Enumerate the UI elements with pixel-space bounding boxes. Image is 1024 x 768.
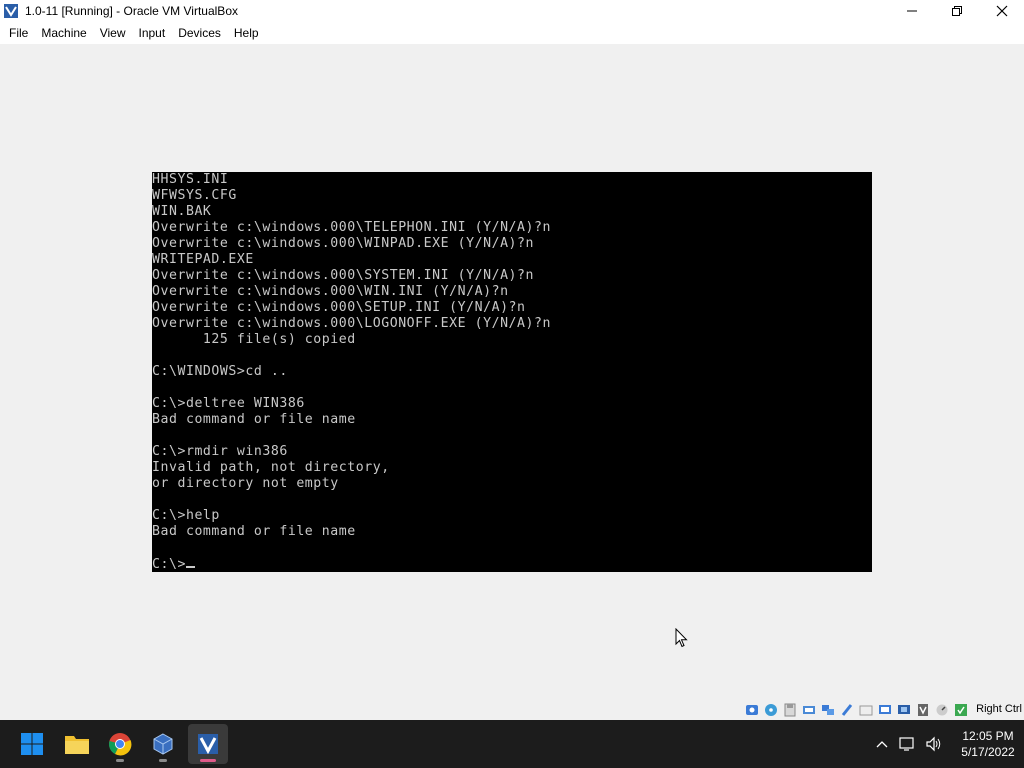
window-title: 1.0-11 [Running] - Oracle VM VirtualBox [25,4,238,18]
menu-help[interactable]: Help [229,26,267,40]
file-explorer-icon [65,736,89,754]
close-button[interactable] [979,0,1024,22]
menu-view[interactable]: View [95,26,134,40]
minimize-icon [906,10,917,12]
virtualbox-vm-icon [198,734,218,755]
restore-icon [951,6,962,16]
start-icon [21,733,43,755]
system-tray: 12:05 PM 5/17/2022 [870,720,1024,768]
usb-icon[interactable] [838,701,856,719]
start-button[interactable] [12,724,52,764]
mouse-pointer-icon [675,628,688,648]
menu-file[interactable]: File [4,26,36,40]
clock-date: 5/17/2022 [961,745,1015,759]
host-key-label: Right Ctrl [976,703,1022,715]
console-output: HHSYS.INI WFWSYS.CFG WIN.BAK Overwrite c… [152,172,552,572]
running-indicator [159,759,167,762]
vm-status-bar: Right Ctrl [0,700,1024,720]
video-capture-icon[interactable] [895,701,913,719]
taskbar-virtualbox-vm[interactable] [188,724,228,764]
active-indicator [200,759,216,762]
floppy-icon[interactable] [781,701,799,719]
running-indicator [116,759,124,762]
taskbar-file-explorer[interactable] [57,724,97,764]
cpu-icon[interactable] [933,701,951,719]
taskbar-chrome[interactable] [100,724,140,764]
virtualbox-app-icon [4,4,18,18]
chrome-icon [109,733,132,756]
vm-display-area[interactable]: HHSYS.INI WFWSYS.CFG WIN.BAK Overwrite c… [0,44,1024,700]
optical-drive-icon[interactable] [762,701,780,719]
windows-taskbar: 12:05 PM 5/17/2022 [0,720,1024,768]
mouse-integration-icon[interactable] [952,701,970,719]
virtualbox-manager-icon [153,733,173,755]
network-icon[interactable] [819,701,837,719]
display-icon[interactable] [876,701,894,719]
network-status-icon[interactable] [896,732,920,756]
title-bar[interactable]: 1.0-11 [Running] - Oracle VM VirtualBox [0,0,1024,22]
volume-icon[interactable] [922,732,946,756]
menu-bar: File Machine View Input Devices Help [0,22,1024,44]
audio-icon[interactable] [800,701,818,719]
taskbar-clock[interactable]: 12:05 PM 5/17/2022 [952,728,1024,760]
text-cursor [185,556,195,568]
menu-input[interactable]: Input [134,26,174,40]
dos-console[interactable]: HHSYS.INI WFWSYS.CFG WIN.BAK Overwrite c… [152,172,872,572]
shared-folders-icon[interactable] [857,701,875,719]
minimize-button[interactable] [889,0,934,22]
menu-devices[interactable]: Devices [173,26,229,40]
show-hidden-icons-chevron-icon[interactable] [870,732,894,756]
recording-icon[interactable] [914,701,932,719]
hard-disk-icon[interactable] [743,701,761,719]
menu-machine[interactable]: Machine [36,26,94,40]
maximize-button[interactable] [934,0,979,22]
clock-time: 12:05 PM [962,729,1014,743]
close-icon [996,5,1007,17]
taskbar-virtualbox-manager[interactable] [143,724,183,764]
